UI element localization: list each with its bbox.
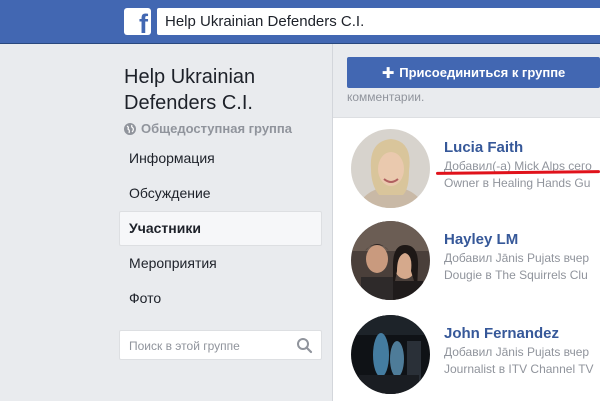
group-nav: Информация Обсуждение Участники Мероприя… [119, 141, 322, 316]
nav-item-events[interactable]: Мероприятия [119, 246, 322, 281]
group-search-placeholder: Поиск в этой группе [129, 339, 240, 353]
group-title-line1: Help Ukrainian [124, 66, 256, 88]
member-added-by: Добавил Jānis Pujats вчер [444, 345, 590, 359]
nav-item-members[interactable]: Участники [119, 211, 322, 246]
nav-item-info[interactable]: Информация [119, 141, 322, 176]
group-type-text: Общедоступная группа [141, 121, 292, 136]
comments-text: комментарии. [347, 90, 425, 104]
avatar[interactable] [351, 315, 430, 394]
nav-item-photos[interactable]: Фото [119, 281, 322, 316]
facebook-logo-icon[interactable]: f [124, 8, 151, 35]
search-icon[interactable] [296, 337, 313, 354]
search-value: Help Ukrainian Defenders C.I. [165, 13, 365, 30]
logo-letter: f [139, 9, 148, 36]
member-workplace: Dougie в The Squirrels Clu [444, 268, 588, 282]
plus-icon: ✚ [381, 64, 395, 82]
nav-item-discussion[interactable]: Обсуждение [119, 176, 322, 211]
globe-icon [124, 122, 136, 135]
group-privacy-label: Общедоступная группа [124, 121, 292, 136]
global-search-input[interactable]: Help Ukrainian Defenders C.I. [157, 8, 600, 35]
join-button-label: Присоединиться к группе [399, 65, 566, 80]
member-row[interactable]: Hayley LM Добавил Jānis Pujats вчер Doug… [351, 221, 600, 301]
member-workplace: Owner в Healing Hands Gu [444, 176, 591, 190]
member-workplace: Journalist в ITV Channel TV [444, 362, 594, 376]
avatar[interactable] [351, 129, 430, 208]
group-title[interactable]: Help Ukrainian Defenders C.I. [124, 64, 324, 116]
member-name[interactable]: Hayley LM [444, 231, 518, 248]
group-title-line2: Defenders C.I. [124, 92, 253, 114]
member-added-by: Добавил Jānis Pujats вчер [444, 251, 590, 265]
group-search-input[interactable]: Поиск в этой группе [119, 330, 322, 360]
avatar[interactable] [351, 221, 430, 300]
join-group-button[interactable]: ✚ Присоединиться к группе [347, 57, 600, 88]
top-navigation-bar: f Help Ukrainian Defenders C.I. [0, 0, 600, 44]
members-list: Lucia Faith Добавил(-а) Mick Alps сего O… [333, 117, 600, 401]
member-row[interactable]: Lucia Faith Добавил(-а) Mick Alps сего O… [351, 129, 600, 209]
member-name[interactable]: John Fernandez [444, 325, 559, 342]
member-name[interactable]: Lucia Faith [444, 139, 523, 156]
member-row[interactable]: John Fernandez Добавил Jānis Pujats вчер… [351, 315, 600, 395]
